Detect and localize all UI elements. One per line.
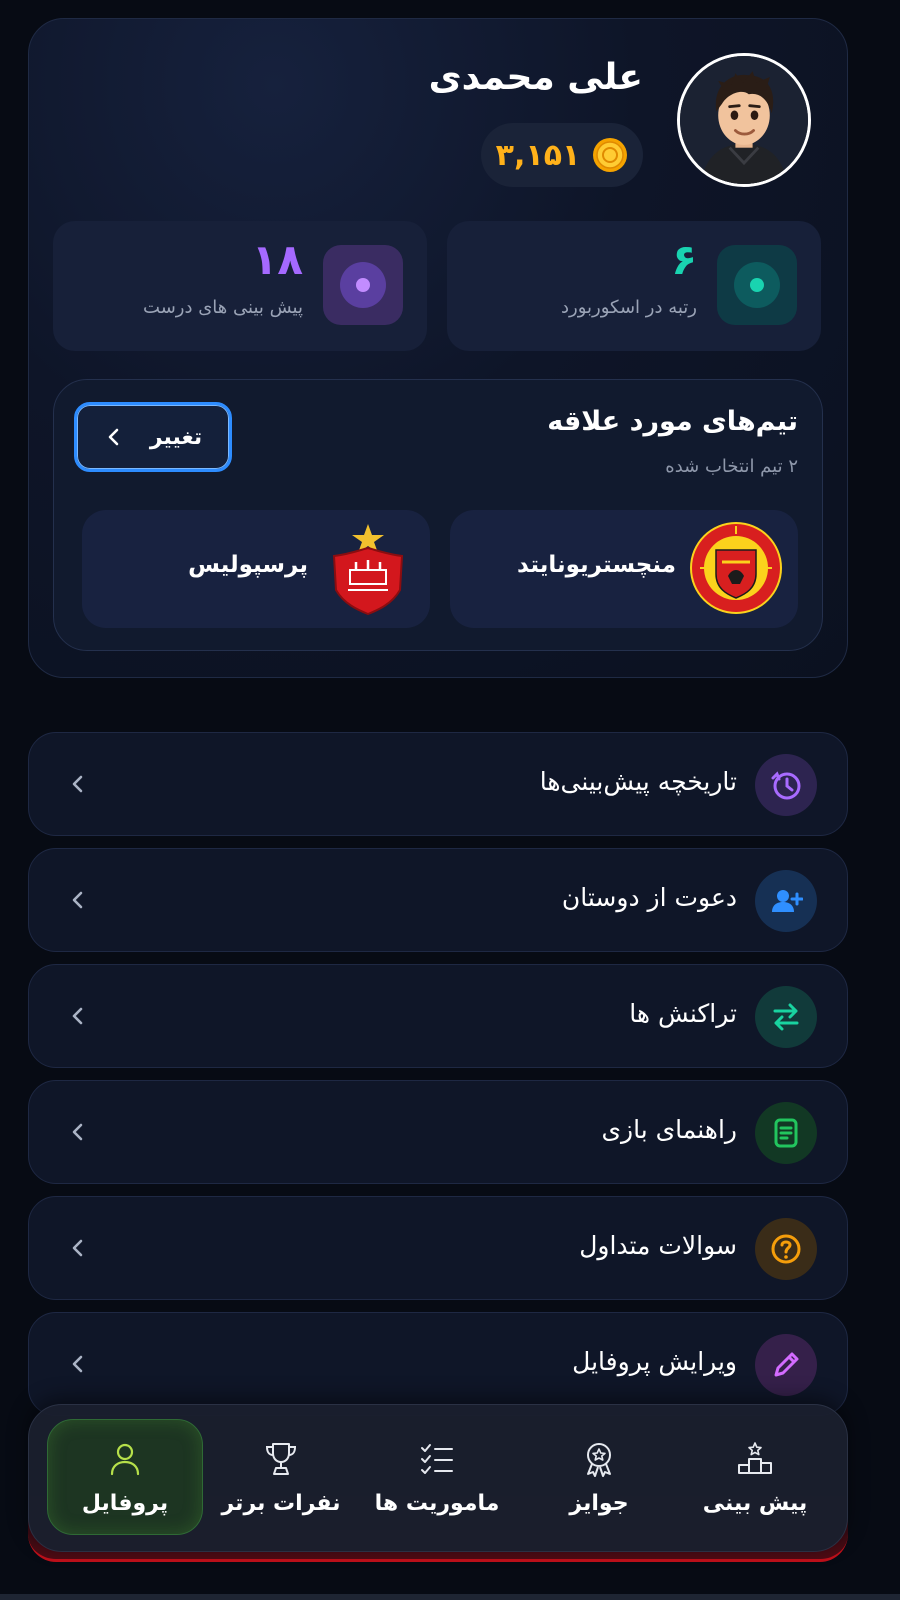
menu-item-invite-friends[interactable]: دعوت از دوستان bbox=[28, 848, 848, 952]
team-chip-manchester-united[interactable]: منچستریونایتد bbox=[450, 510, 798, 628]
pencil-icon bbox=[755, 1334, 817, 1396]
podium-icon bbox=[738, 1441, 772, 1474]
menu-item-label: سوالات متداول bbox=[579, 1231, 737, 1260]
nav-label: پیش بینی bbox=[702, 1490, 808, 1516]
menu-item-label: دعوت از دوستان bbox=[561, 883, 737, 912]
checklist-icon bbox=[421, 1443, 453, 1474]
rank-value: ۶ bbox=[671, 235, 697, 284]
coin-balance: ۳,۱۵۱ bbox=[481, 123, 643, 187]
chevron-left-icon bbox=[72, 1123, 83, 1141]
menu-item-faq[interactable]: سوالات متداول bbox=[28, 1196, 848, 1300]
nav-tab-missions[interactable]: ماموریت ها bbox=[359, 1419, 515, 1535]
menu-item-game-guide[interactable]: راهنمای بازی bbox=[28, 1080, 848, 1184]
persepolis-logo bbox=[332, 524, 404, 616]
chevron-left-icon bbox=[72, 1007, 83, 1025]
gold-coin-icon bbox=[593, 138, 628, 172]
user-name: علی محمدی bbox=[428, 57, 643, 98]
swap-arrows-icon bbox=[755, 986, 817, 1048]
nav-tab-profile[interactable]: پروفایل bbox=[47, 1419, 203, 1535]
favorite-teams-card: تیم‌های مورد علاقه ۲ تیم انتخاب شده تغیی… bbox=[53, 379, 823, 651]
bottom-nav: پیش بینی جوایز ماموریت ها نفرات برتر پرو… bbox=[28, 1404, 848, 1552]
add-user-icon bbox=[755, 870, 817, 932]
nav-tab-leaderboard[interactable]: نفرات برتر bbox=[203, 1419, 359, 1535]
rank-label: رتبه در اسکوربورد bbox=[561, 297, 697, 318]
menu-item-transactions[interactable]: تراکنش ها bbox=[28, 964, 848, 1068]
team-name: پرسپولیس bbox=[188, 552, 308, 578]
correct-predictions-label: پیش بینی های درست bbox=[143, 297, 303, 318]
nav-label: ماموریت ها bbox=[374, 1490, 500, 1516]
nav-label: جوایز bbox=[569, 1490, 629, 1516]
correct-predictions-icon bbox=[323, 245, 403, 325]
stat-card-rank: ۶ رتبه در اسکوربورد bbox=[447, 221, 821, 351]
history-icon bbox=[755, 754, 817, 816]
user-avatar-icon bbox=[680, 56, 808, 184]
nav-tab-rewards[interactable]: جوایز bbox=[521, 1419, 677, 1535]
question-icon bbox=[755, 1218, 817, 1280]
menu-item-label: تراکنش ها bbox=[629, 999, 737, 1028]
chevron-left-icon bbox=[72, 891, 83, 909]
team-chip-persepolis[interactable]: پرسپولیس bbox=[82, 510, 430, 628]
change-teams-label: تغییر bbox=[149, 424, 203, 450]
chevron-left-icon bbox=[72, 1239, 83, 1257]
manchester-united-logo bbox=[690, 522, 782, 614]
profile-card: علی محمدی ۳,۱۵۱ ۶ رتبه در اسکوربورد ۱۸ پ… bbox=[28, 18, 848, 678]
coin-value: ۳,۱۵۱ bbox=[495, 137, 581, 173]
rank-icon bbox=[717, 245, 797, 325]
favorite-teams-title: تیم‌های مورد علاقه bbox=[547, 406, 798, 437]
person-icon bbox=[110, 1443, 140, 1475]
chevron-left-icon bbox=[72, 1355, 83, 1373]
stat-card-correct-predictions: ۱۸ پیش بینی های درست bbox=[53, 221, 427, 351]
profile-screen: علی محمدی ۳,۱۵۱ ۶ رتبه در اسکوربورد ۱۸ پ… bbox=[0, 0, 900, 1600]
correct-predictions-value: ۱۸ bbox=[251, 235, 303, 284]
menu-item-edit-profile[interactable]: ویرایش پروفایل bbox=[28, 1312, 848, 1416]
medal-icon bbox=[587, 1442, 611, 1477]
menu-item-label: ویرایش پروفایل bbox=[572, 1347, 737, 1376]
menu-item-prediction-history[interactable]: تاریخچه پیش‌بینی‌ها bbox=[28, 732, 848, 836]
chevron-left-icon bbox=[72, 775, 83, 793]
avatar[interactable] bbox=[677, 53, 811, 187]
document-icon bbox=[755, 1102, 817, 1164]
menu-item-label: تاریخچه پیش‌بینی‌ها bbox=[539, 767, 737, 796]
nav-tab-predictions[interactable]: پیش بینی bbox=[677, 1419, 833, 1535]
nav-label: پروفایل bbox=[81, 1490, 169, 1516]
chevron-left-icon bbox=[108, 428, 119, 446]
trophy-icon bbox=[265, 1442, 297, 1475]
menu-item-label: راهنمای بازی bbox=[601, 1115, 737, 1144]
favorite-teams-subtitle: ۲ تیم انتخاب شده bbox=[665, 456, 798, 477]
bottom-edge-bar bbox=[0, 1594, 900, 1600]
team-name: منچستریونایتد bbox=[517, 552, 676, 578]
change-teams-button[interactable]: تغییر bbox=[74, 402, 232, 472]
nav-label: نفرات برتر bbox=[221, 1490, 341, 1516]
